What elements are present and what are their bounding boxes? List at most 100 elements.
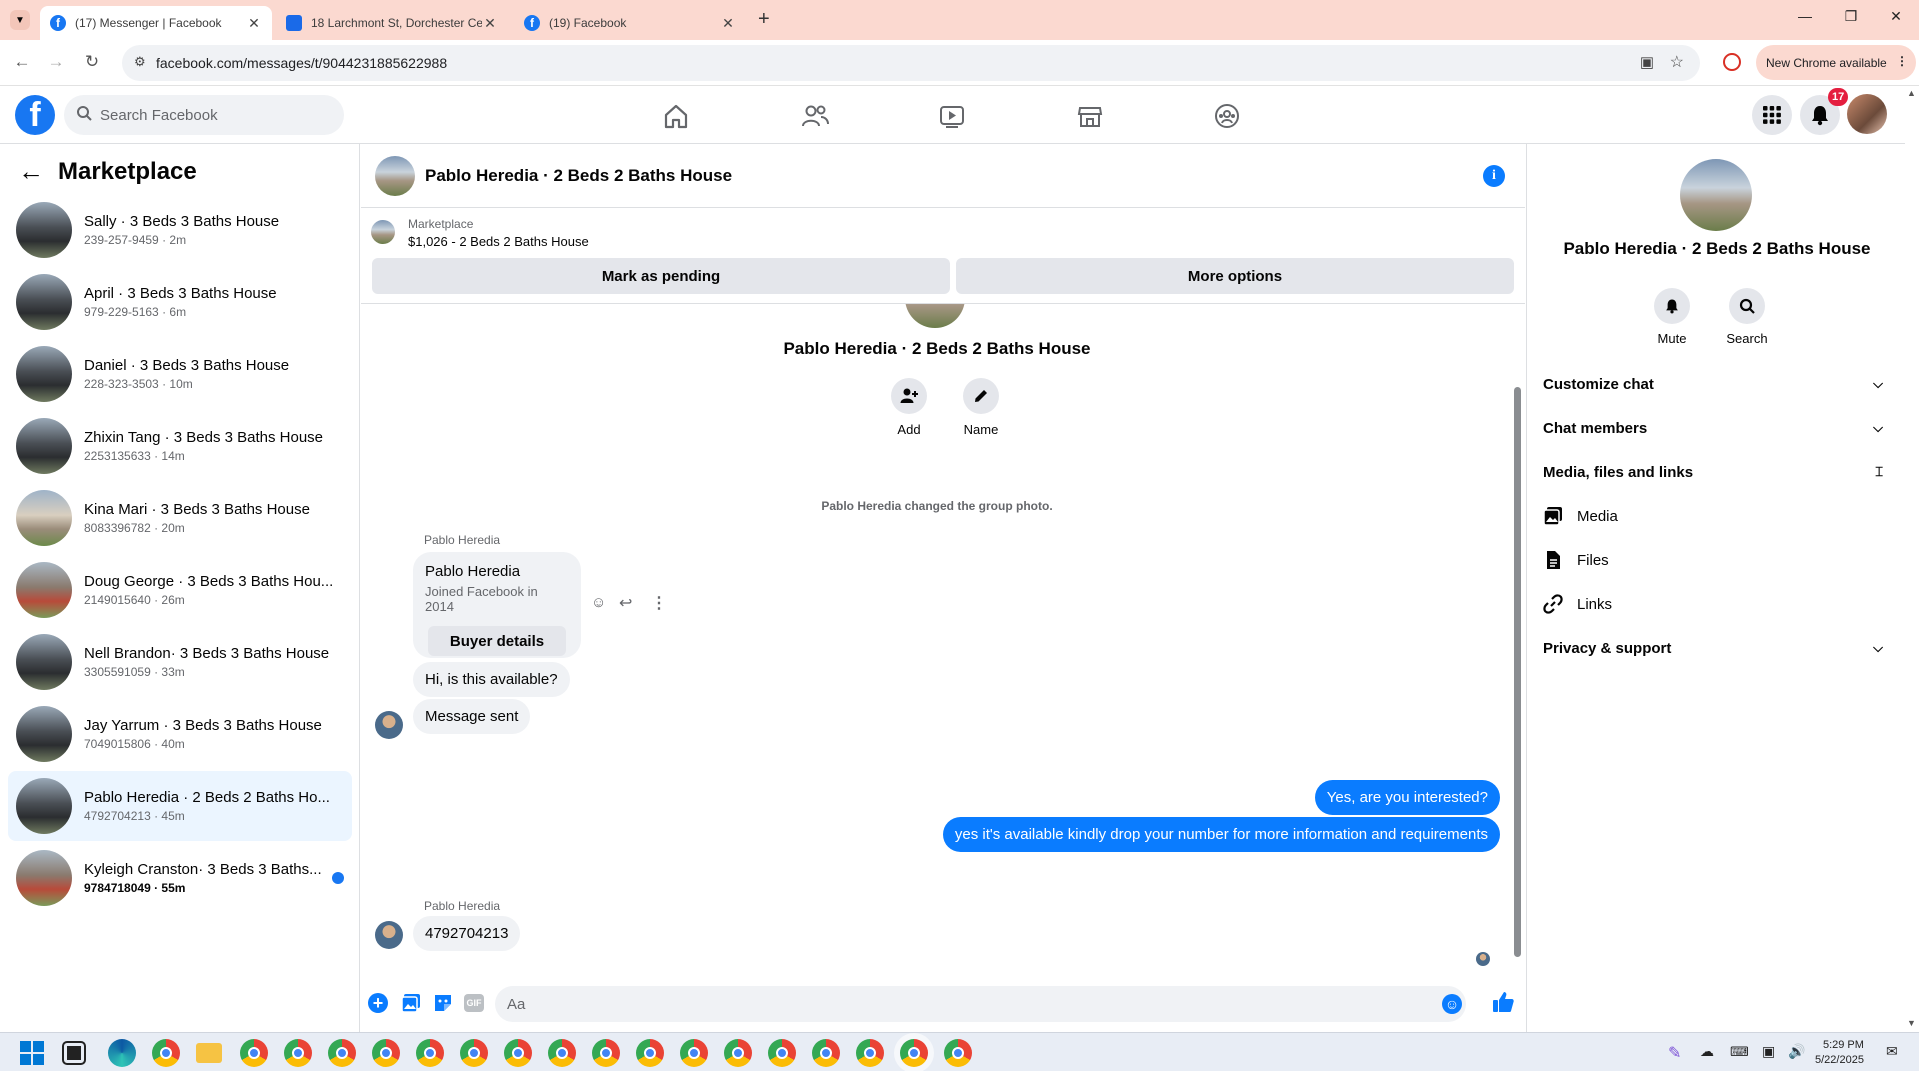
files-item[interactable]: Files — [1543, 550, 1609, 570]
chrome-icon[interactable] — [240, 1039, 268, 1067]
friends-icon[interactable] — [799, 100, 831, 132]
browser-tab[interactable]: f (19) Facebook ✕ — [514, 6, 746, 40]
listing-price[interactable]: $1,026 - 2 Beds 2 Baths House — [408, 234, 589, 249]
incoming-message[interactable]: 4792704213 — [413, 916, 521, 951]
close-tab-icon[interactable]: ✕ — [482, 15, 498, 32]
chrome-icon[interactable] — [328, 1039, 356, 1067]
media-files-links-section[interactable]: Media, files and links ⌶ — [1543, 454, 1893, 490]
listing-thumbnail[interactable] — [371, 220, 395, 244]
chrome-icon[interactable] — [944, 1039, 972, 1067]
conversation-item[interactable]: Nell Brandon· 3 Beds 3 Baths House 330559… — [8, 627, 352, 697]
chrome-icon[interactable] — [900, 1039, 928, 1067]
more-menu-icon[interactable]: ⋮ — [1896, 54, 1908, 68]
conversation-item[interactable]: Sally · 3 Beds 3 Baths House 239-257-9459… — [8, 195, 352, 265]
profile-icon[interactable] — [1723, 53, 1741, 71]
conversation-item[interactable]: April · 3 Beds 3 Baths House 979-229-5163… — [8, 267, 352, 337]
chrome-icon[interactable] — [636, 1039, 664, 1067]
browser-tab[interactable]: 18 Larchmont St, Dorchester Ce ✕ — [276, 6, 508, 40]
video-icon[interactable] — [936, 100, 968, 132]
chat-avatar[interactable] — [375, 155, 415, 196]
buyer-details-button[interactable]: Buyer details — [428, 626, 566, 656]
pencil-icon[interactable] — [963, 378, 999, 414]
chrome-icon[interactable] — [548, 1039, 576, 1067]
reply-icon[interactable]: ↩ — [619, 593, 632, 613]
bell-icon[interactable] — [1654, 288, 1690, 324]
menu-grid-icon[interactable] — [1752, 95, 1792, 135]
conversation-item[interactable]: Doug George · 3 Beds 3 Baths Hou... 21490… — [8, 555, 352, 625]
info-icon[interactable]: i — [1483, 165, 1505, 187]
chat-title[interactable]: Pablo Heredia · 2 Beds 2 Baths House — [425, 166, 732, 186]
task-view-icon[interactable] — [62, 1041, 86, 1065]
sender-avatar[interactable] — [375, 711, 403, 739]
chrome-icon[interactable] — [592, 1039, 620, 1067]
start-button-icon[interactable] — [20, 1041, 44, 1065]
close-tab-icon[interactable]: ✕ — [720, 15, 736, 32]
display-icon[interactable]: ▣ — [1762, 1043, 1775, 1060]
reload-icon[interactable]: ↻ — [80, 52, 104, 72]
marketplace-icon[interactable] — [1074, 100, 1106, 132]
browser-tab[interactable]: f (17) Messenger | Facebook ✕ — [40, 6, 272, 40]
edge-icon[interactable] — [108, 1039, 136, 1067]
keyboard-icon[interactable]: ⌨ — [1730, 1044, 1749, 1060]
mark-as-pending-button[interactable]: Mark as pending — [372, 258, 950, 294]
minimize-icon[interactable]: — — [1782, 8, 1828, 24]
message-scrollbar[interactable] — [1513, 307, 1522, 967]
conversation-item[interactable]: Jay Yarrum · 3 Beds 3 Baths House 7049015… — [8, 699, 352, 769]
file-explorer-icon[interactable] — [196, 1043, 222, 1063]
conversation-item[interactable]: Pablo Heredia · 2 Beds 2 Baths Ho... 4792… — [8, 771, 352, 841]
facebook-logo-icon[interactable]: f — [15, 95, 55, 135]
sender-avatar[interactable] — [375, 921, 403, 949]
notifications-icon[interactable]: ✉ — [1886, 1043, 1898, 1060]
media-item[interactable]: Media — [1543, 506, 1618, 526]
page-scroll-down-icon[interactable]: ▼ — [1907, 1018, 1916, 1028]
install-app-icon[interactable]: ▣ — [1640, 53, 1654, 71]
forward-icon[interactable]: → — [44, 52, 68, 72]
name-group-action[interactable]: Name — [951, 378, 1011, 437]
close-window-icon[interactable]: ✕ — [1873, 8, 1919, 25]
incoming-message[interactable]: Hi, is this available? — [413, 662, 570, 697]
chrome-icon[interactable] — [152, 1039, 180, 1067]
close-tab-icon[interactable]: ✕ — [246, 15, 262, 32]
chrome-icon[interactable] — [724, 1039, 752, 1067]
address-bar[interactable]: ⚙ facebook.com/messages/t/90442318856229… — [122, 45, 1700, 81]
conversation-item[interactable]: Kyleigh Cranston· 3 Beds 3 Baths... 97847… — [8, 843, 352, 913]
chrome-icon[interactable] — [416, 1039, 444, 1067]
links-item[interactable]: Links — [1543, 594, 1612, 614]
chrome-icon[interactable] — [856, 1039, 884, 1067]
outgoing-message[interactable]: Yes, are you interested? — [1314, 780, 1500, 815]
chrome-icon[interactable] — [768, 1039, 796, 1067]
home-icon[interactable] — [660, 100, 692, 132]
add-member-action[interactable]: Add — [879, 378, 939, 437]
volume-icon[interactable]: 🔊 — [1788, 1043, 1805, 1060]
outgoing-message[interactable]: yes it's available kindly drop your numb… — [942, 817, 1500, 852]
search-facebook-input[interactable]: Search Facebook — [64, 95, 344, 135]
cloud-offline-icon[interactable]: ☁ — [1700, 1043, 1714, 1060]
chrome-icon[interactable] — [460, 1039, 488, 1067]
search-icon[interactable] — [1729, 288, 1765, 324]
pen-icon[interactable]: ✎ — [1668, 1043, 1681, 1063]
emoji-icon[interactable]: ☺ — [1442, 994, 1462, 1014]
chrome-icon[interactable] — [372, 1039, 400, 1067]
search-in-chat-action[interactable]: Search — [1717, 288, 1777, 346]
sticker-icon[interactable] — [433, 993, 453, 1018]
chat-members-section[interactable]: Chat members ⌵ — [1543, 410, 1893, 446]
add-person-icon[interactable] — [891, 378, 927, 414]
privacy-support-section[interactable]: Privacy & support ⌵ — [1543, 630, 1893, 666]
restore-icon[interactable]: ❐ — [1828, 8, 1874, 25]
new-tab-icon[interactable]: + — [758, 8, 770, 31]
chrome-icon[interactable] — [680, 1039, 708, 1067]
mute-action[interactable]: Mute — [1647, 288, 1697, 346]
chrome-icon[interactable] — [504, 1039, 532, 1067]
system-clock[interactable]: 5:29 PM 5/22/2025 — [1815, 1038, 1864, 1068]
conversation-item[interactable]: Daniel · 3 Beds 3 Baths House 228-323-350… — [8, 339, 352, 409]
back-arrow-icon[interactable]: ← — [18, 156, 44, 187]
site-info-icon[interactable]: ⚙ — [134, 54, 146, 70]
conversation-item[interactable]: Zhixin Tang · 3 Beds 3 Baths House 225313… — [8, 411, 352, 481]
plus-icon[interactable]: + — [368, 993, 388, 1013]
incoming-message[interactable]: Message sent — [413, 699, 531, 734]
chrome-icon[interactable] — [812, 1039, 840, 1067]
more-actions-icon[interactable]: ⋮ — [651, 593, 667, 613]
customize-chat-section[interactable]: Customize chat ⌵ — [1543, 366, 1893, 402]
new-chrome-available-button[interactable]: New Chrome available ⋮ — [1756, 45, 1916, 80]
groups-icon[interactable] — [1211, 100, 1243, 132]
